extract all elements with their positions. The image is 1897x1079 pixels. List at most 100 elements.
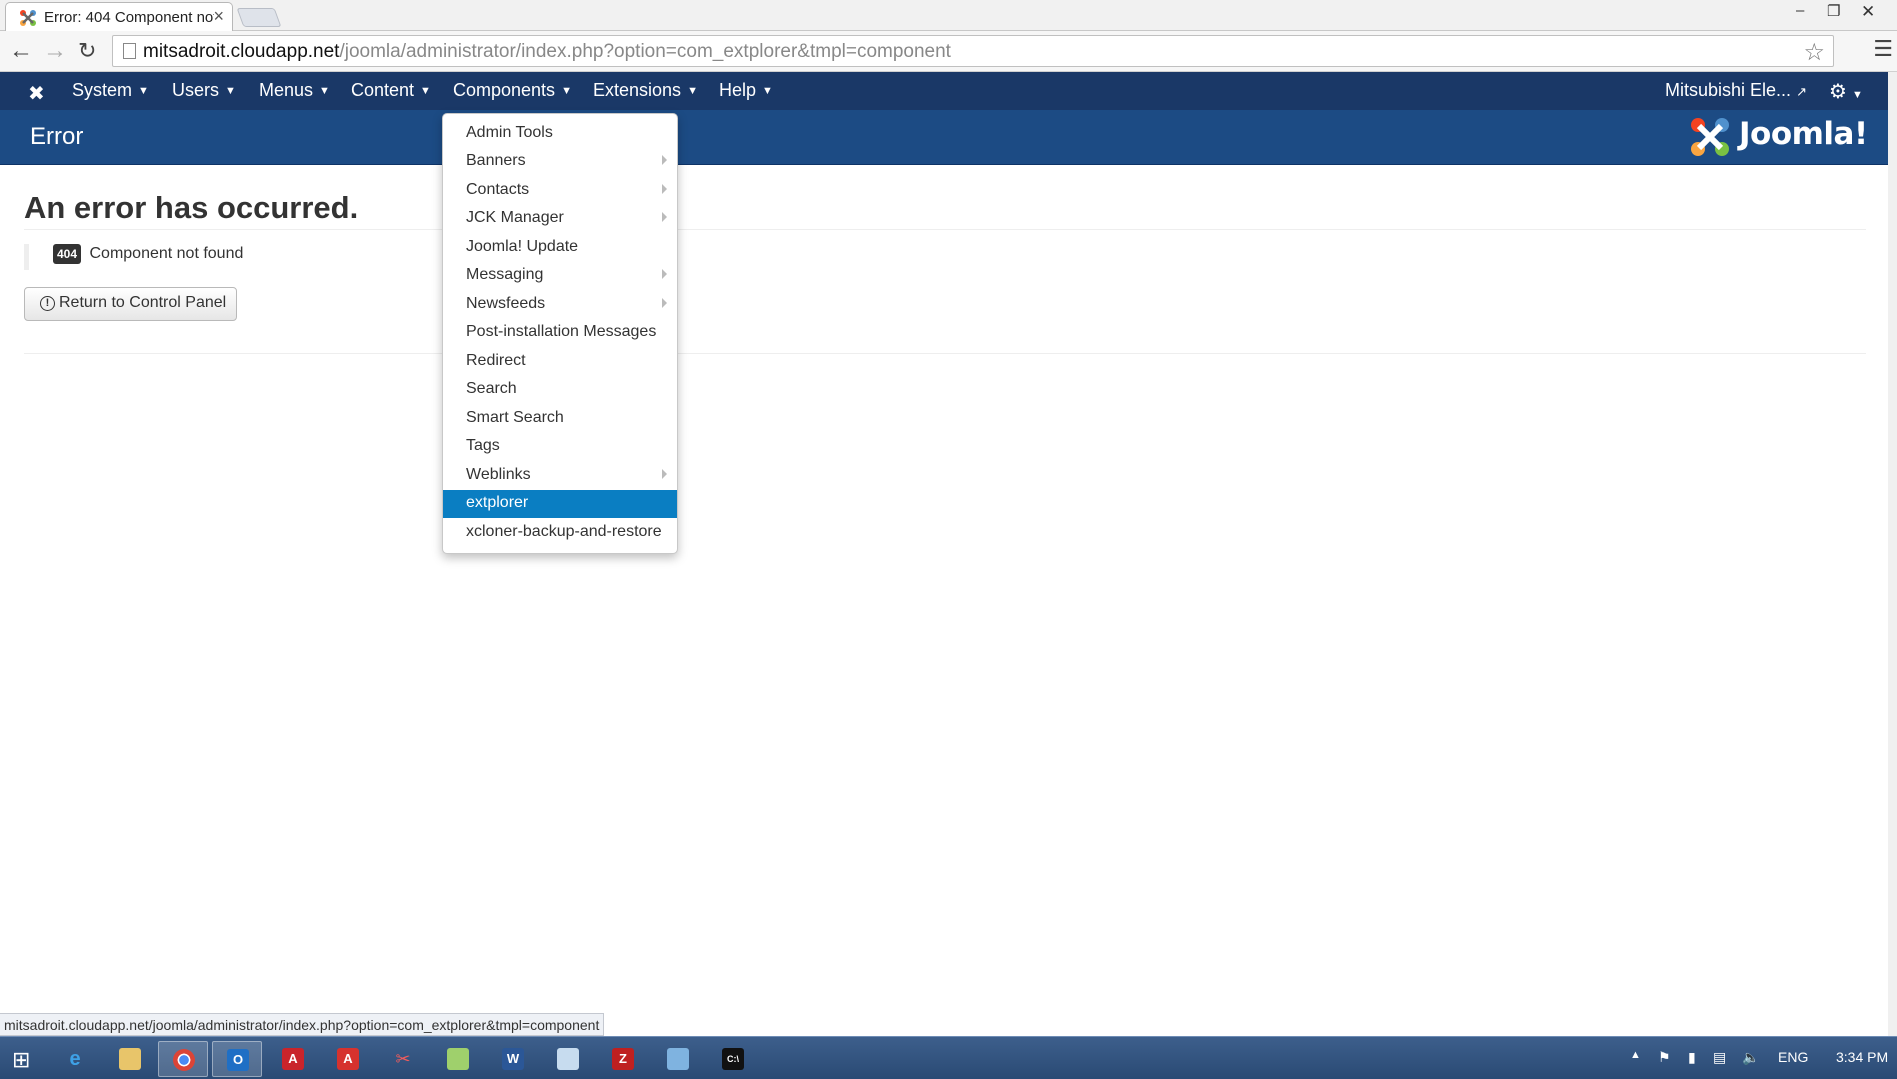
menu-item-label: extplorer [466, 494, 529, 511]
components-dropdown-menu: Admin Tools Banners Contacts JCK Manager… [442, 113, 678, 554]
word-icon[interactable]: W [488, 1041, 538, 1077]
reader-glyph: A [337, 1048, 359, 1070]
ie-glyph: e [69, 1048, 81, 1070]
paint-glyph [667, 1048, 689, 1070]
nav-users-label: Users [172, 80, 220, 100]
nav-extensions[interactable]: Extensions ▼ [593, 80, 698, 101]
folder2-glyph [447, 1048, 469, 1070]
submenu-arrow-icon [662, 212, 667, 222]
error-code-badge: 404 [53, 244, 82, 264]
vertical-scrollbar[interactable] [1888, 72, 1897, 1036]
restore-icon[interactable]: ❐ [1827, 2, 1840, 20]
url-host: mitsadroit.cloudapp.net [143, 41, 340, 62]
joomla-favicon-icon [20, 10, 36, 26]
action-center-icon[interactable]: ⚑ [1658, 1049, 1671, 1066]
menu-item-label: Admin Tools [466, 124, 553, 141]
url-text[interactable]: mitsadroit.cloudapp.net/joomla/administr… [143, 41, 951, 63]
network-icon[interactable]: ▤ [1713, 1049, 1726, 1066]
back-icon[interactable]: ← [9, 37, 33, 65]
new-tab-button[interactable] [236, 8, 282, 27]
menu-item-banners[interactable]: Banners [443, 148, 677, 176]
minimize-icon[interactable]: – [1796, 2, 1804, 19]
menu-item-admin-tools[interactable]: Admin Tools [443, 120, 677, 148]
menu-item-tags[interactable]: Tags [443, 433, 677, 461]
divider [24, 353, 1866, 354]
menu-item-label: JCK Manager [466, 209, 564, 226]
chrome-glyph [173, 1049, 195, 1071]
filezilla-icon[interactable]: Z [598, 1041, 648, 1077]
caret-icon: ▼ [319, 85, 330, 98]
menu-item-label: Search [466, 380, 517, 397]
notepad-icon[interactable] [543, 1041, 593, 1077]
paint-icon[interactable] [653, 1041, 703, 1077]
reload-icon[interactable]: ↻ [78, 37, 96, 65]
tray-overflow-icon[interactable]: ▲ [1630, 1049, 1641, 1061]
menu-item-xcloner-backup-and-restore[interactable]: xcloner-backup-and-restore [443, 519, 677, 547]
folder-glyph [119, 1048, 141, 1070]
folder-icon[interactable] [433, 1041, 483, 1077]
menu-item-weblinks[interactable]: Weblinks [443, 462, 677, 490]
menu-item-jck-manager[interactable]: JCK Manager [443, 205, 677, 233]
acrobat-icon[interactable]: A [268, 1041, 318, 1077]
nav-system-label: System [72, 80, 133, 100]
caret-icon: ▼ [762, 85, 773, 98]
menu-item-joomla-update[interactable]: Joomla! Update [443, 234, 677, 262]
chrome-menu-icon[interactable]: ☰ [1873, 36, 1893, 62]
word-glyph: W [502, 1048, 524, 1070]
address-bar[interactable]: mitsadroit.cloudapp.net/joomla/administr… [112, 35, 1834, 67]
caret-icon: ▼ [225, 85, 236, 98]
menu-item-label: Tags [466, 437, 500, 454]
menu-item-smart-search[interactable]: Smart Search [443, 405, 677, 433]
outlook-glyph: O [227, 1049, 249, 1071]
menu-item-redirect[interactable]: Redirect [443, 348, 677, 376]
nav-users[interactable]: Users ▼ [172, 80, 236, 101]
menu-item-messaging[interactable]: Messaging [443, 262, 677, 290]
admin-navbar: ✖ System ▼ Users ▼ Menus ▼ Content ▼ Compone… [0, 72, 1888, 110]
cmd-icon[interactable]: C:\ [708, 1041, 758, 1077]
tools-icon[interactable]: ✂ [378, 1041, 428, 1077]
volume-icon[interactable]: 🔈 [1742, 1049, 1759, 1066]
joomla-brand-text: Joomla! [1739, 116, 1868, 152]
forward-icon[interactable]: → [43, 37, 67, 65]
menu-item-search[interactable]: Search [443, 376, 677, 404]
menu-item-label: Banners [466, 152, 526, 169]
language-indicator[interactable]: ENG [1778, 1049, 1808, 1065]
battery-icon[interactable]: ▮ [1688, 1049, 1696, 1066]
close-window-icon[interactable]: ✕ [1861, 2, 1875, 22]
tab-close-icon[interactable]: × [213, 6, 224, 27]
menu-item-newsfeeds[interactable]: Newsfeeds [443, 291, 677, 319]
nav-help-label: Help [719, 80, 757, 100]
caret-icon: ▼ [687, 85, 698, 98]
nav-menus-label: Menus [259, 80, 314, 100]
nav-content[interactable]: Content ▼ [351, 80, 431, 101]
menu-item-contacts[interactable]: Contacts [443, 177, 677, 205]
joomla-logo-icon[interactable]: ✖ [28, 81, 45, 106]
chrome-icon[interactable] [158, 1041, 208, 1077]
nav-components[interactable]: Components ▼ [453, 80, 572, 101]
nav-help[interactable]: Help ▼ [719, 80, 773, 101]
info-icon: ! [40, 296, 55, 311]
clock[interactable]: 3:34 PM [1836, 1049, 1888, 1065]
explorer-icon[interactable] [105, 1041, 155, 1077]
menu-item-post-installation-messages[interactable]: Post-installation Messages [443, 319, 677, 347]
menu-item-label: Joomla! Update [466, 238, 579, 255]
start-icon[interactable]: ⊞ [12, 1047, 30, 1073]
tools-glyph: ✂ [395, 1049, 411, 1069]
acrobat-glyph: A [282, 1048, 304, 1070]
menu-item-label: Messaging [466, 266, 544, 283]
return-button-label: Return to Control Panel [59, 294, 227, 311]
menu-item-extplorer[interactable]: extplorer [443, 490, 677, 518]
caret-icon: ▼ [138, 85, 149, 98]
site-link[interactable]: Mitsubishi Ele... ↗ [1665, 80, 1807, 101]
nav-system[interactable]: System ▼ [72, 80, 149, 101]
browser-toolbar: ← → ↻ mitsadroit.cloudapp.net/joomla/adm… [0, 31, 1897, 72]
acrobat-reader-icon[interactable]: A [323, 1041, 373, 1077]
ie-icon[interactable]: e [50, 1041, 100, 1077]
bookmark-star-icon[interactable]: ☆ [1803, 38, 1825, 67]
return-to-control-panel-button[interactable]: ! Return to Control Panel [24, 287, 237, 321]
browser-tab[interactable]: Error: 404 Component not × [5, 2, 233, 31]
nav-menus[interactable]: Menus ▼ [259, 80, 330, 101]
outlook-icon[interactable]: O [212, 1041, 262, 1077]
nav-components-label: Components [453, 80, 556, 100]
user-menu-gear[interactable]: ⚙ ▼ [1829, 79, 1863, 104]
